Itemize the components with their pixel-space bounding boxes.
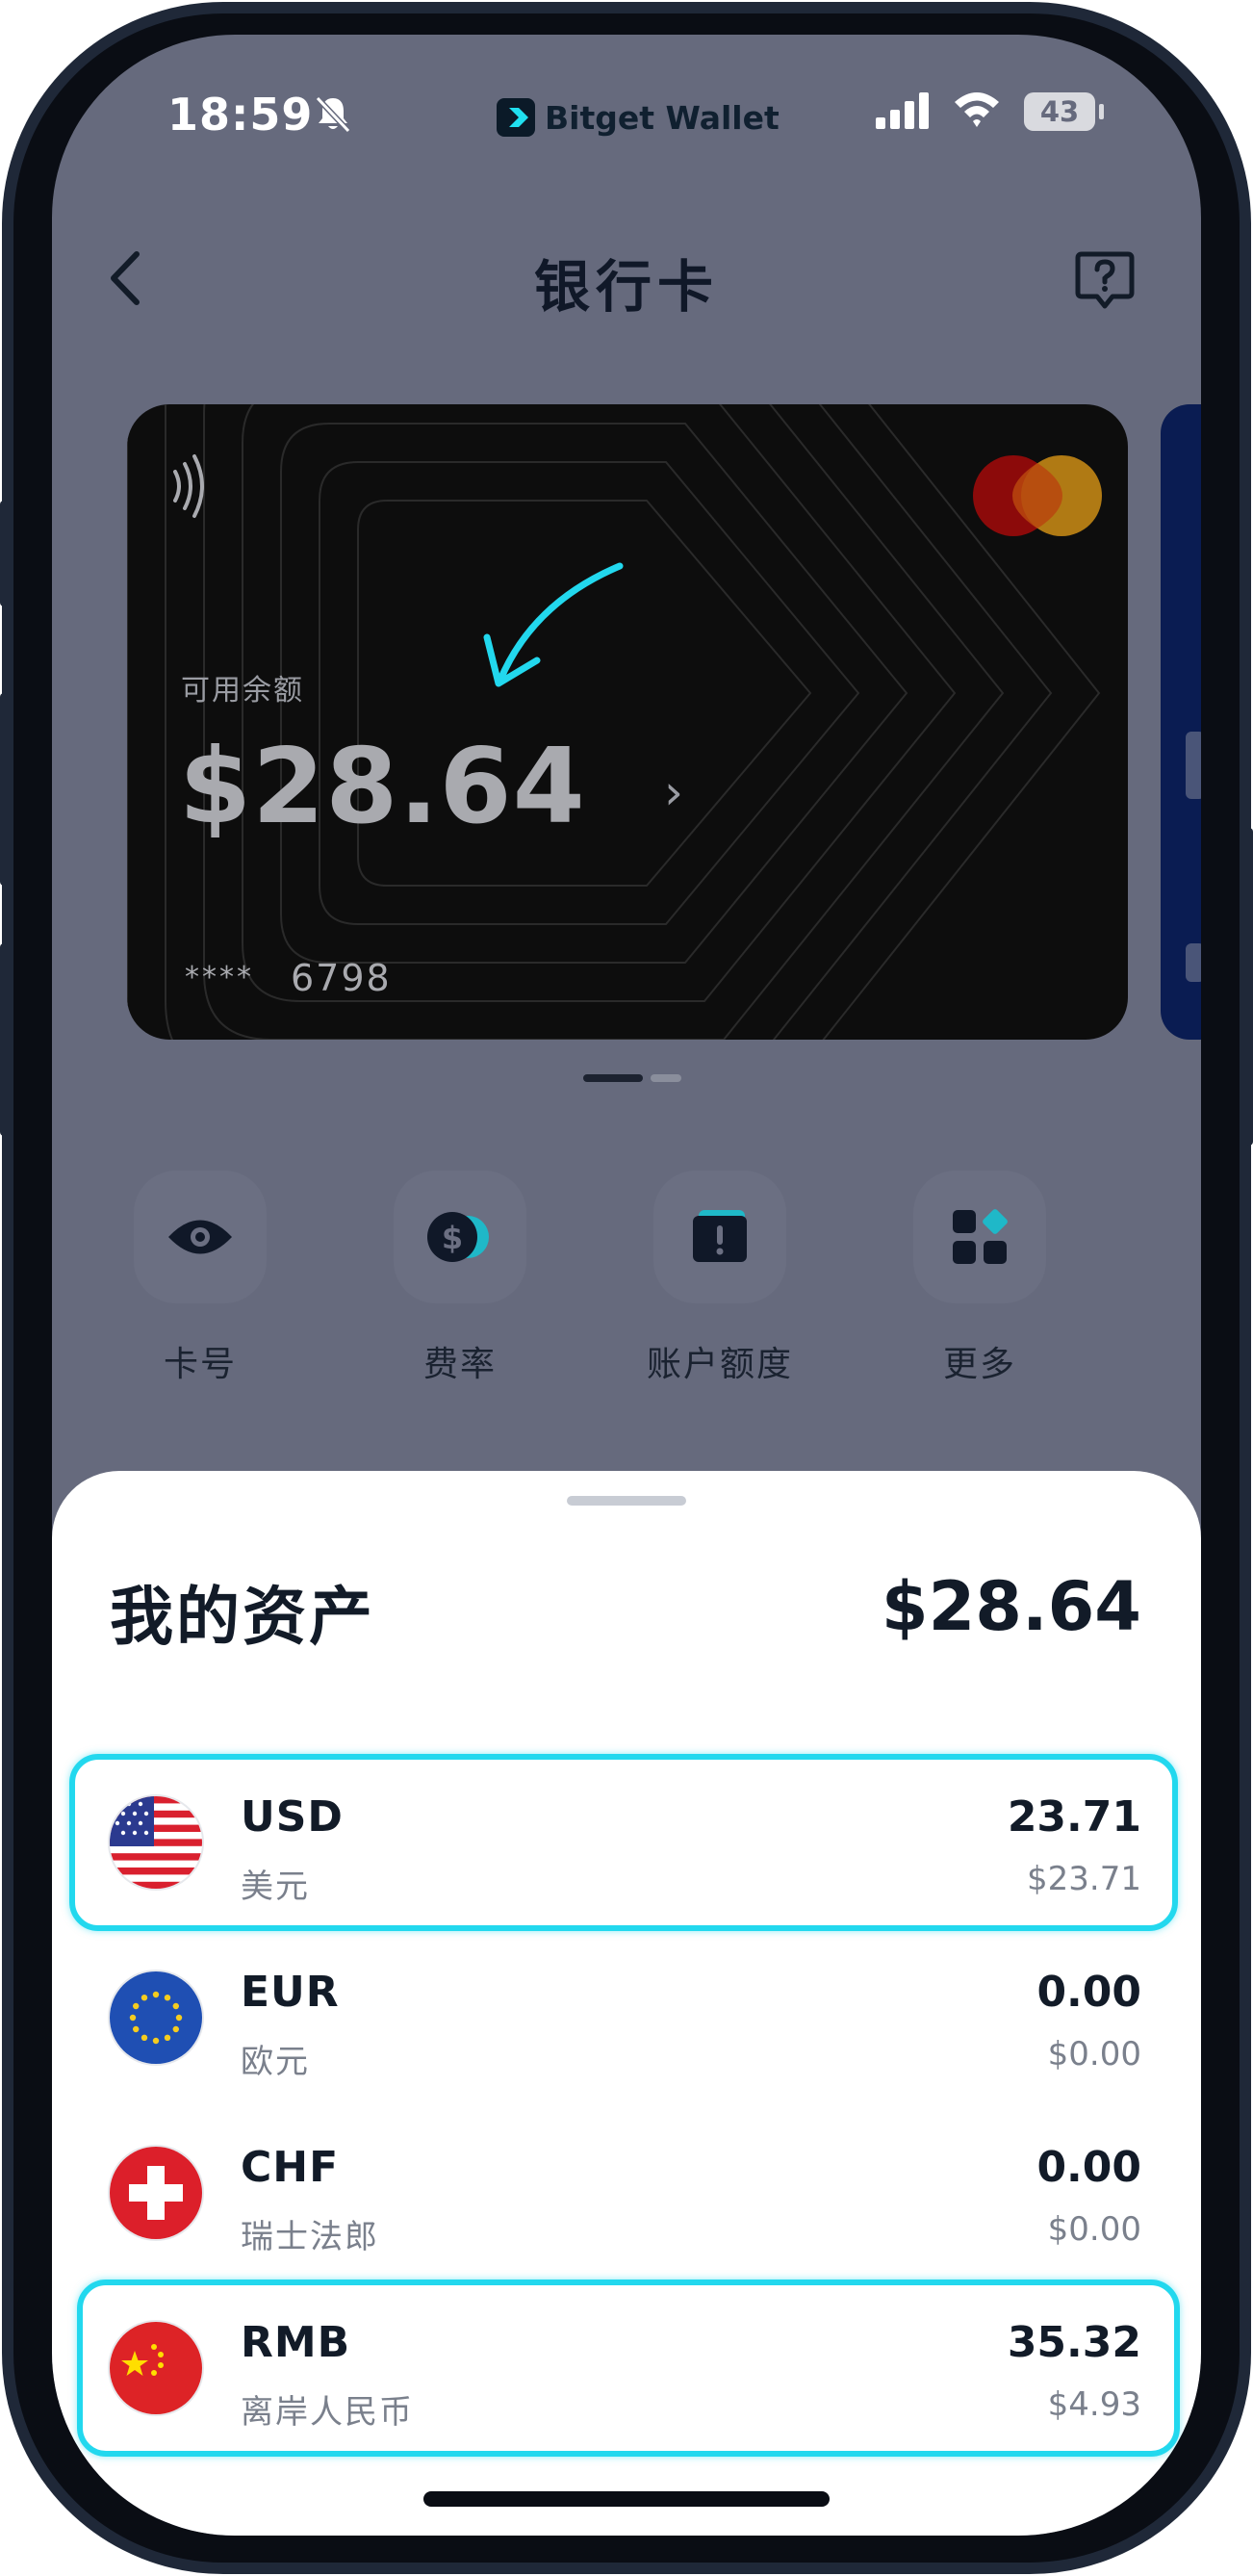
- asset-code: CHF: [241, 2143, 340, 2192]
- eye-icon: [134, 1171, 267, 1303]
- action-label: 账户额度: [646, 1345, 793, 1384]
- asset-usd-value: $0.00: [1047, 2210, 1141, 2249]
- brand-banner: Bitget Wallet: [497, 96, 780, 139]
- quick-actions: 卡号 $ 费率 账户额度 更多: [52, 1171, 1201, 1421]
- action-card-number[interactable]: 卡号: [114, 1171, 287, 1386]
- highlight-usd: [69, 1754, 1178, 1931]
- sheet-grabber[interactable]: [567, 1496, 686, 1506]
- asset-name: 瑞士法郎: [241, 2218, 379, 2256]
- asset-row-eur[interactable]: EUR 欧元 0.00 $0.00: [52, 1929, 1201, 2102]
- bell-muted-icon: [315, 95, 351, 134]
- assets-total: $28.64: [881, 1567, 1141, 1646]
- asset-name: 欧元: [241, 2043, 310, 2081]
- action-label: 卡号: [163, 1345, 237, 1384]
- grid-more-icon: [913, 1171, 1046, 1303]
- cellular-signal-icon: [876, 92, 929, 129]
- status-bar: 18:59 Bitget Wallet 43: [52, 35, 1201, 198]
- card-last4: 6798: [291, 957, 392, 999]
- card-mask: ****: [185, 961, 254, 994]
- action-label: 更多: [942, 1345, 1016, 1384]
- brand-name: Bitget Wallet: [545, 98, 780, 137]
- svg-text:$: $: [442, 1220, 463, 1256]
- pager-dot: [651, 1074, 681, 1082]
- action-more[interactable]: 更多: [893, 1171, 1066, 1386]
- status-time: 18:59: [167, 89, 314, 141]
- home-indicator[interactable]: [423, 2491, 830, 2507]
- assets-sheet: 我的资产 $28.64 USD 美元 23.71 $23.71 EUR 欧元 0…: [52, 1471, 1201, 2536]
- chevron-right-icon[interactable]: ›: [664, 764, 683, 820]
- dollar-coin-icon: $: [394, 1171, 526, 1303]
- asset-amount: 0.00: [1036, 2143, 1141, 2192]
- contactless-icon: [173, 454, 204, 518]
- alert-limit-icon: [653, 1171, 786, 1303]
- volume-down-button: [0, 943, 8, 1136]
- battery-cap: [1099, 104, 1104, 119]
- mastercard-logo-icon: [973, 455, 1102, 536]
- next-card-mark: [1186, 943, 1201, 982]
- help-chat-icon[interactable]: [1074, 248, 1136, 310]
- assets-title: 我的资产: [110, 1580, 375, 1654]
- bank-card[interactable]: 可用余额 $28.64 › **** 6798: [127, 404, 1128, 1040]
- mute-switch: [0, 501, 8, 606]
- page-title: 银行卡: [533, 254, 719, 320]
- power-button: [1245, 828, 1253, 1146]
- ch-flag-icon: [110, 2147, 202, 2239]
- wifi-icon: [955, 92, 999, 127]
- asset-code: EUR: [241, 1968, 340, 2017]
- next-card-peek[interactable]: [1161, 404, 1201, 1040]
- annotation-arrow: [483, 562, 624, 687]
- action-label: 费率: [422, 1345, 497, 1384]
- volume-up-button: [0, 693, 8, 886]
- pager-dot-active: [583, 1074, 643, 1082]
- card-number: **** 6798: [185, 957, 392, 999]
- bitget-logo-icon: [497, 98, 535, 137]
- asset-row-chf[interactable]: CHF 瑞士法郎 0.00 $0.00: [52, 2104, 1201, 2278]
- balance-label: 可用余额: [181, 674, 304, 708]
- card-balance[interactable]: $28.64: [179, 727, 586, 847]
- next-card-chip: [1186, 732, 1201, 799]
- asset-usd-value: $0.00: [1047, 2035, 1141, 2074]
- highlight-rmb: [77, 2280, 1180, 2457]
- battery-indicator: 43: [1024, 92, 1095, 131]
- asset-amount: 0.00: [1036, 1968, 1141, 2017]
- action-fee-rate[interactable]: $ 费率: [373, 1171, 547, 1386]
- action-account-limit[interactable]: 账户额度: [633, 1171, 806, 1386]
- card-pager: [583, 1074, 689, 1084]
- screen: 18:59 Bitget Wallet 43 银行卡 可用余额 $28.64 ›…: [52, 35, 1201, 2536]
- eu-flag-icon: [110, 1971, 202, 2064]
